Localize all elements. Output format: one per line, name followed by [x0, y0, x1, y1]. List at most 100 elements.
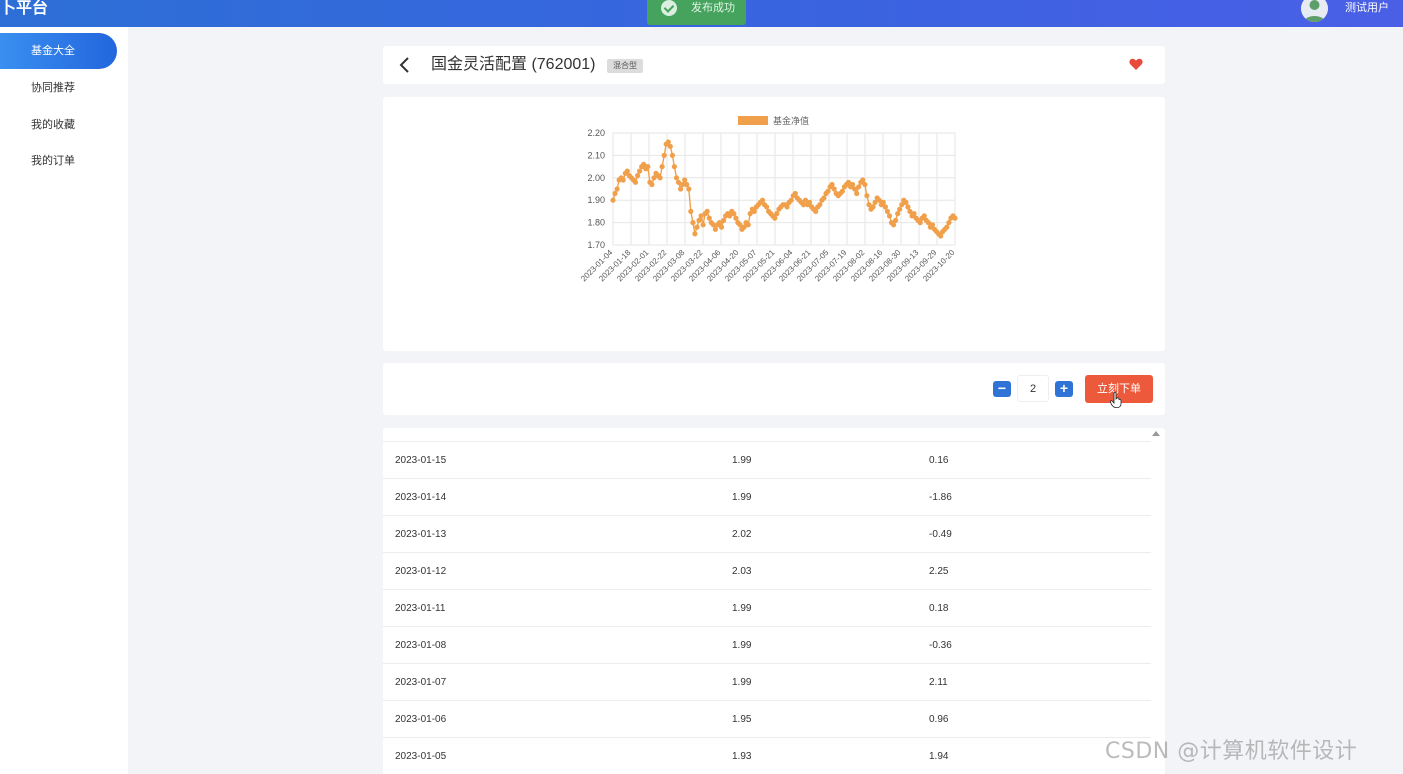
table-row: 2023-01-14 1.99 -1.86 [383, 479, 1151, 516]
data-point [813, 208, 819, 214]
data-point [860, 177, 866, 183]
data-point [854, 190, 860, 197]
row-date: 2023-01-07 [395, 677, 447, 688]
data-point [635, 173, 641, 179]
data-point [645, 164, 651, 170]
data-point [831, 186, 837, 192]
row-date: 2023-01-14 [395, 492, 447, 503]
data-point [884, 208, 890, 214]
row-nav: 1.99 [732, 677, 752, 688]
data-point [659, 164, 665, 170]
data-point [856, 184, 862, 190]
row-nav: 1.99 [732, 603, 752, 614]
user-avatar[interactable] [1301, 0, 1328, 22]
fund-type-tag: 混合型 [607, 59, 643, 73]
row-date: 2023-01-11 [395, 603, 446, 614]
data-point [686, 186, 692, 192]
nav-chart-card: 2.20 2.10 2.00 1.90 1.80 1.70 2023-01-04 2023-… [383, 97, 1165, 351]
data-point [911, 211, 917, 217]
data-point [952, 215, 958, 221]
data-point [718, 224, 725, 230]
data-point [612, 190, 618, 197]
legend-swatch [738, 116, 768, 125]
sidebar-item-recommend[interactable]: 协同推荐 [0, 70, 117, 106]
y-tick-label: 1.70 [587, 240, 605, 250]
data-point [850, 181, 856, 188]
nav-history-table[interactable]: 2023-01-15 1.99 0.16 2023-01-14 1.99 -1.86 202… [383, 428, 1165, 774]
row-change: 0.96 [929, 714, 949, 725]
table-row: 2023-01-15 1.99 0.16 [383, 442, 1151, 479]
row-change: -0.36 [929, 640, 952, 651]
y-tick-label: 2.10 [587, 150, 605, 160]
data-point [712, 226, 718, 232]
table-row: 2023-01-08 1.99 -0.36 [383, 627, 1151, 664]
data-point [751, 208, 757, 214]
row-nav: 1.93 [732, 751, 752, 762]
data-point [792, 190, 798, 197]
data-point [731, 211, 737, 217]
sidebar: 基金大全 协同推荐 我的收藏 我的订单 [0, 27, 128, 774]
data-point [917, 220, 923, 226]
row-change: 2.25 [929, 566, 949, 577]
data-point [870, 204, 876, 210]
y-tick-label: 1.90 [587, 195, 605, 205]
quantity-increment-button[interactable]: + [1055, 381, 1073, 397]
row-date: 2023-01-12 [395, 566, 447, 577]
data-point [764, 204, 770, 210]
data-point [929, 222, 936, 228]
data-point [688, 208, 694, 214]
data-point [759, 197, 766, 203]
chart-x-ticks: 2023-01-042023-01-182023-02-012023-02-22… [579, 248, 957, 284]
data-point [862, 181, 868, 188]
scroll-up-arrow-icon[interactable] [1152, 431, 1160, 436]
top-bar: 卜平台 发布成功 测试用户 [0, 0, 1403, 27]
row-change: -1.86 [929, 492, 952, 503]
row-date: 2023-01-05 [395, 751, 447, 762]
quantity-decrement-button[interactable]: − [993, 381, 1011, 397]
data-point [721, 217, 727, 223]
data-point [893, 217, 899, 223]
heart-icon[interactable] [1129, 58, 1143, 71]
row-nav: 1.99 [732, 640, 752, 651]
data-point [657, 175, 663, 181]
row-nav: 1.99 [732, 455, 752, 466]
sidebar-item-favorites[interactable]: 我的收藏 [0, 107, 117, 143]
data-point [882, 204, 888, 210]
data-point [807, 199, 813, 205]
y-tick-label: 2.00 [587, 173, 605, 183]
data-point [821, 195, 827, 201]
row-change: 1.94 [929, 751, 949, 762]
data-point [678, 186, 684, 192]
order-card: − + 立刻下单 [383, 363, 1165, 415]
data-point [784, 204, 790, 210]
username[interactable]: 测试用户 [1345, 1, 1389, 15]
row-nav: 1.95 [732, 714, 752, 725]
data-point [684, 181, 690, 188]
row-change: 0.16 [929, 455, 949, 466]
data-point [864, 193, 870, 199]
quantity-input[interactable] [1017, 375, 1049, 402]
data-point [946, 220, 952, 226]
data-point [944, 224, 950, 230]
sidebar-item-all-funds[interactable]: 基金大全 [0, 33, 117, 69]
table-row: 2023-01-06 1.95 0.96 [383, 701, 1151, 738]
table-row: 2023-01-11 1.99 0.18 [383, 590, 1151, 627]
legend-label: 基金净值 [773, 115, 809, 126]
data-point [682, 177, 688, 183]
user-avatar-icon [1301, 0, 1328, 22]
fund-title-card: 国金灵活配置 (762001) 混合型 [383, 46, 1165, 84]
data-point [637, 168, 643, 174]
data-point [788, 197, 794, 203]
data-point [624, 168, 630, 174]
data-point [903, 199, 909, 205]
data-point [690, 220, 696, 226]
data-point [704, 208, 710, 214]
row-date: 2023-01-08 [395, 640, 447, 651]
back-arrow-icon[interactable] [397, 55, 413, 75]
row-change: 0.18 [929, 603, 949, 614]
nav-line-chart: 2.20 2.10 2.00 1.90 1.80 1.70 2023-01-042023-… [579, 115, 958, 284]
success-toast: 发布成功 [647, 0, 746, 25]
row-change: 2.11 [929, 677, 948, 688]
data-point [880, 199, 886, 205]
sidebar-item-orders[interactable]: 我的订单 [0, 143, 117, 179]
